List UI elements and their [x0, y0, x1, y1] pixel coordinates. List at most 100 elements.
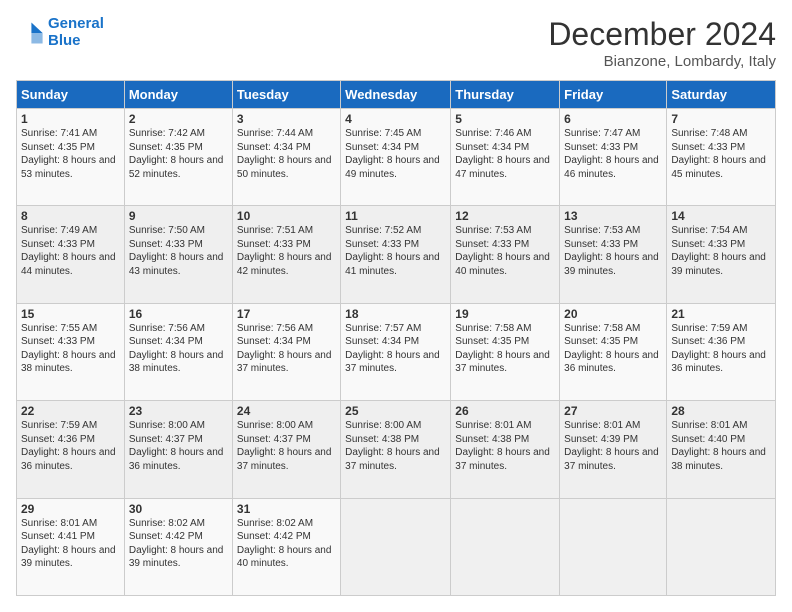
day-number: 31 — [237, 502, 336, 516]
logo-text: General Blue — [48, 16, 104, 49]
col-header-sunday: Sunday — [17, 81, 125, 109]
col-header-tuesday: Tuesday — [232, 81, 340, 109]
day-number: 15 — [21, 307, 120, 321]
cell-text: Sunrise: 7:45 AMSunset: 4:34 PMDaylight:… — [345, 128, 440, 180]
day-number: 28 — [671, 404, 771, 418]
cell-text: Sunrise: 7:58 AMSunset: 4:35 PMDaylight:… — [564, 323, 659, 375]
col-header-saturday: Saturday — [667, 81, 776, 109]
calendar-cell: 25 Sunrise: 8:00 AMSunset: 4:38 PMDayligh… — [341, 401, 451, 498]
cell-text: Sunrise: 7:53 AMSunset: 4:33 PMDaylight:… — [455, 225, 550, 277]
cell-text: Sunrise: 7:51 AMSunset: 4:33 PMDaylight:… — [237, 225, 332, 277]
calendar-cell: 22 Sunrise: 7:59 AMSunset: 4:36 PMDayligh… — [17, 401, 125, 498]
cell-text: Sunrise: 7:59 AMSunset: 4:36 PMDaylight:… — [671, 323, 766, 375]
calendar-cell: 19 Sunrise: 7:58 AMSunset: 4:35 PMDayligh… — [451, 303, 560, 400]
cell-text: Sunrise: 7:49 AMSunset: 4:33 PMDaylight:… — [21, 225, 116, 277]
location: Bianzone, Lombardy, Italy — [548, 53, 776, 70]
cell-text: Sunrise: 8:02 AMSunset: 4:42 PMDaylight:… — [129, 518, 224, 570]
day-number: 23 — [129, 404, 228, 418]
day-number: 9 — [129, 209, 228, 223]
cell-text: Sunrise: 7:46 AMSunset: 4:34 PMDaylight:… — [455, 128, 550, 180]
logo: General Blue — [16, 16, 104, 49]
calendar-cell: 20 Sunrise: 7:58 AMSunset: 4:35 PMDayligh… — [560, 303, 667, 400]
header-row: SundayMondayTuesdayWednesdayThursdayFrid… — [17, 81, 776, 109]
calendar-cell: 12 Sunrise: 7:53 AMSunset: 4:33 PMDayligh… — [451, 206, 560, 303]
cell-text: Sunrise: 8:02 AMSunset: 4:42 PMDaylight:… — [237, 518, 332, 570]
day-number: 13 — [564, 209, 662, 223]
cell-text: Sunrise: 7:53 AMSunset: 4:33 PMDaylight:… — [564, 225, 659, 277]
calendar-cell: 31 Sunrise: 8:02 AMSunset: 4:42 PMDayligh… — [232, 498, 340, 595]
day-number: 5 — [455, 112, 555, 126]
day-number: 19 — [455, 307, 555, 321]
day-number: 16 — [129, 307, 228, 321]
week-row-5: 29 Sunrise: 8:01 AMSunset: 4:41 PMDayligh… — [17, 498, 776, 595]
day-number: 12 — [455, 209, 555, 223]
cell-text: Sunrise: 7:58 AMSunset: 4:35 PMDaylight:… — [455, 323, 550, 375]
calendar-cell: 28Sunrise: 8:01 AMSunset: 4:40 PMDayligh… — [667, 401, 776, 498]
calendar-cell: 3 Sunrise: 7:44 AMSunset: 4:34 PMDaylight… — [232, 109, 340, 206]
cell-text: Sunrise: 7:54 AMSunset: 4:33 PMDaylight:… — [671, 225, 766, 277]
calendar-cell: 14 Sunrise: 7:54 AMSunset: 4:33 PMDayligh… — [667, 206, 776, 303]
day-number: 20 — [564, 307, 662, 321]
day-number: 11 — [345, 209, 446, 223]
cell-text: Sunrise: 7:55 AMSunset: 4:33 PMDaylight:… — [21, 323, 116, 375]
calendar-cell: 11 Sunrise: 7:52 AMSunset: 4:33 PMDayligh… — [341, 206, 451, 303]
cell-text: Sunrise: 7:42 AMSunset: 4:35 PMDaylight:… — [129, 128, 224, 180]
calendar-cell: 6 Sunrise: 7:47 AMSunset: 4:33 PMDaylight… — [560, 109, 667, 206]
cell-text: Sunrise: 7:47 AMSunset: 4:33 PMDaylight:… — [564, 128, 659, 180]
day-number: 25 — [345, 404, 446, 418]
calendar-cell: 24Sunrise: 8:00 AMSunset: 4:37 PMDayligh… — [232, 401, 340, 498]
day-number: 21 — [671, 307, 771, 321]
calendar-cell: 23 Sunrise: 8:00 AMSunset: 4:37 PMDayligh… — [124, 401, 232, 498]
calendar-cell: 26Sunrise: 8:01 AMSunset: 4:38 PMDayligh… — [451, 401, 560, 498]
cell-text: Sunrise: 7:52 AMSunset: 4:33 PMDaylight:… — [345, 225, 440, 277]
day-number: 6 — [564, 112, 662, 126]
cell-text: Sunrise: 7:44 AMSunset: 4:34 PMDaylight:… — [237, 128, 332, 180]
cell-text: Sunrise: 8:00 AMSunset: 4:37 PMDaylight:… — [129, 420, 224, 472]
day-number: 14 — [671, 209, 771, 223]
calendar-cell: 30 Sunrise: 8:02 AMSunset: 4:42 PMDayligh… — [124, 498, 232, 595]
calendar-cell — [667, 498, 776, 595]
day-number: 29 — [21, 502, 120, 516]
cell-text: Sunrise: 7:50 AMSunset: 4:33 PMDaylight:… — [129, 225, 224, 277]
week-row-2: 8Sunrise: 7:49 AMSunset: 4:33 PMDaylight… — [17, 206, 776, 303]
col-header-wednesday: Wednesday — [341, 81, 451, 109]
week-row-4: 22 Sunrise: 7:59 AMSunset: 4:36 PMDayligh… — [17, 401, 776, 498]
col-header-thursday: Thursday — [451, 81, 560, 109]
day-number: 10 — [237, 209, 336, 223]
calendar-cell: 1 Sunrise: 7:41 AMSunset: 4:35 PMDaylight… — [17, 109, 125, 206]
day-number: 26 — [455, 404, 555, 418]
cell-text: Sunrise: 7:41 AMSunset: 4:35 PMDaylight:… — [21, 128, 116, 180]
calendar-cell: 9 Sunrise: 7:50 AMSunset: 4:33 PMDaylight… — [124, 206, 232, 303]
calendar-cell: 15 Sunrise: 7:55 AMSunset: 4:33 PMDayligh… — [17, 303, 125, 400]
month-title: December 2024 — [548, 16, 776, 53]
day-number: 4 — [345, 112, 446, 126]
week-row-3: 15 Sunrise: 7:55 AMSunset: 4:33 PMDayligh… — [17, 303, 776, 400]
col-header-friday: Friday — [560, 81, 667, 109]
day-number: 22 — [21, 404, 120, 418]
title-block: December 2024 Bianzone, Lombardy, Italy — [548, 16, 776, 70]
day-number: 3 — [237, 112, 336, 126]
calendar-cell: 18 Sunrise: 7:57 AMSunset: 4:34 PMDayligh… — [341, 303, 451, 400]
cell-text: Sunrise: 8:00 AMSunset: 4:38 PMDaylight:… — [345, 420, 440, 472]
day-number: 1 — [21, 112, 120, 126]
day-number: 18 — [345, 307, 446, 321]
cell-text: Sunrise: 7:59 AMSunset: 4:36 PMDaylight:… — [21, 420, 116, 472]
calendar-cell — [560, 498, 667, 595]
calendar-cell: 17Sunrise: 7:56 AMSunset: 4:34 PMDayligh… — [232, 303, 340, 400]
calendar-cell: 27Sunrise: 8:01 AMSunset: 4:39 PMDayligh… — [560, 401, 667, 498]
calendar-cell: 2 Sunrise: 7:42 AMSunset: 4:35 PMDaylight… — [124, 109, 232, 206]
cell-text: Sunrise: 7:57 AMSunset: 4:34 PMDaylight:… — [345, 323, 440, 375]
calendar-cell: 8Sunrise: 7:49 AMSunset: 4:33 PMDaylight… — [17, 206, 125, 303]
cell-text: Sunrise: 8:01 AMSunset: 4:39 PMDaylight:… — [564, 420, 659, 472]
day-number: 17 — [237, 307, 336, 321]
calendar-cell: 4 Sunrise: 7:45 AMSunset: 4:34 PMDaylight… — [341, 109, 451, 206]
cell-text: Sunrise: 7:56 AMSunset: 4:34 PMDaylight:… — [129, 323, 224, 375]
col-header-monday: Monday — [124, 81, 232, 109]
calendar-cell: 21 Sunrise: 7:59 AMSunset: 4:36 PMDayligh… — [667, 303, 776, 400]
day-number: 7 — [671, 112, 771, 126]
calendar-cell: 5 Sunrise: 7:46 AMSunset: 4:34 PMDaylight… — [451, 109, 560, 206]
day-number: 2 — [129, 112, 228, 126]
cell-text: Sunrise: 8:01 AMSunset: 4:41 PMDaylight:… — [21, 518, 116, 570]
day-number: 30 — [129, 502, 228, 516]
calendar-cell: 7Sunrise: 7:48 AMSunset: 4:33 PMDaylight… — [667, 109, 776, 206]
